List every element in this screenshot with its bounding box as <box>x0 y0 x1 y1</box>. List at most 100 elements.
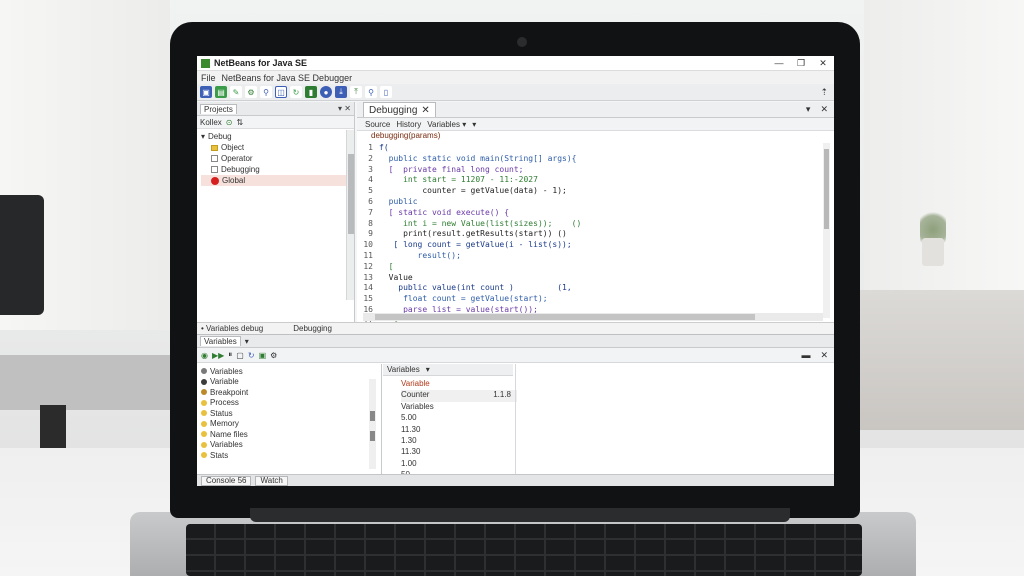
value-row[interactable]: Counter 1.1.8 <box>401 390 517 402</box>
editor-horizontal-scrollbar[interactable] <box>363 313 823 321</box>
code-line[interactable]: [ private final long count; <box>379 165 581 176</box>
debug-icon[interactable]: ● <box>320 86 332 98</box>
filter-icon[interactable]: ▣ <box>259 351 267 360</box>
variables-select[interactable]: Variables ▾ <box>427 120 466 129</box>
step-icon[interactable]: ▶▶ <box>212 351 224 360</box>
tree-item-selected[interactable]: Global <box>201 175 354 186</box>
code-line[interactable]: [ long count = getValue(i - list(s)); <box>379 240 581 251</box>
value-row[interactable]: 11.30 <box>401 425 517 436</box>
sort-icon[interactable]: ⇅ <box>237 118 244 127</box>
editor-vertical-scrollbar[interactable] <box>823 143 830 318</box>
code-line[interactable]: Value <box>379 273 581 284</box>
menu-debugger[interactable]: NetBeans for Java SE Debugger <box>222 73 353 83</box>
find-icon[interactable]: ⚲ <box>365 86 377 98</box>
code-area[interactable]: 123456789101112131415161718192021222324 … <box>357 143 827 400</box>
value-row[interactable]: 5.00 <box>401 413 517 424</box>
pane-controls[interactable]: ▾ ✕ <box>338 104 351 113</box>
scroll-thumb[interactable] <box>348 154 354 234</box>
code-line[interactable]: [ static void execute() { <box>379 208 581 219</box>
code-line[interactable]: public <box>379 197 581 208</box>
clean-build-icon[interactable]: ⚙ <box>245 86 257 98</box>
step-into-icon[interactable]: ⤓ <box>335 86 347 98</box>
file-icon[interactable]: ▯ <box>380 86 392 98</box>
run-icon[interactable]: ▮ <box>305 86 317 98</box>
value-row[interactable]: 1.30 <box>401 436 517 447</box>
toolbar-end-icon[interactable]: ⇡ <box>820 87 828 98</box>
tree-item[interactable]: Object <box>201 142 354 153</box>
variable-row[interactable]: Stats <box>201 450 379 461</box>
values-column: Variable Counter 1.1.8 Variables 5.00 11.30 1.… <box>401 379 517 482</box>
tab-watch[interactable]: Watch <box>255 475 288 486</box>
maximize-icon[interactable]: ▬ <box>801 350 810 361</box>
settings-icon[interactable]: ⚙ <box>270 351 277 360</box>
close-button[interactable]: ✕ <box>812 56 834 70</box>
variable-row[interactable]: Name files <box>201 429 379 440</box>
new-watch-icon[interactable]: ▢ <box>236 351 244 360</box>
menu-file[interactable]: File <box>201 73 216 83</box>
variables-scrollbar[interactable] <box>369 379 376 469</box>
search-icon[interactable]: ⚲ <box>260 86 272 98</box>
build-icon[interactable]: ✎ <box>230 86 242 98</box>
scroll-thumb[interactable] <box>370 431 375 441</box>
tab-projects[interactable]: Projects <box>200 103 237 114</box>
dropdown-icon[interactable]: ▾ <box>472 120 476 129</box>
code-line[interactable]: result(); <box>379 251 581 262</box>
code-line[interactable]: int start = 11207 - 11:-2027 <box>379 175 581 186</box>
variable-row[interactable]: Breakpoint <box>201 387 379 398</box>
variable-row[interactable]: Variable <box>201 377 379 388</box>
tab-debugging[interactable]: Debugging ✕ <box>363 102 436 117</box>
code-line[interactable]: print(result.getResults(start)) () <box>379 229 581 240</box>
value-row[interactable]: 11.30 <box>401 447 517 458</box>
run-icon[interactable]: ◉ <box>201 351 208 360</box>
netbeans-app-icon <box>201 58 210 68</box>
code-line[interactable]: public static void main(String[] args){ <box>379 154 581 165</box>
tab-console[interactable]: Console 56 <box>201 475 252 486</box>
minimize-button[interactable]: — <box>768 56 790 70</box>
close-panel-icon[interactable]: ✕ <box>820 350 828 361</box>
close-editor-icon[interactable]: ✕ <box>820 104 828 115</box>
expand-icon[interactable]: ▾ <box>201 131 205 142</box>
scroll-thumb[interactable] <box>370 411 375 421</box>
code-line[interactable]: float count = getValue(start); <box>379 294 581 305</box>
code-line[interactable]: [ <box>379 262 581 273</box>
code-text[interactable]: f( public static void main(String[] args… <box>379 143 581 337</box>
value-row[interactable]: 1.00 <box>401 459 517 470</box>
line-number: 3 <box>368 164 373 174</box>
filter-icon[interactable]: ⊙ <box>226 118 233 127</box>
variable-row[interactable]: Variables <box>201 366 379 377</box>
scroll-thumb[interactable] <box>375 314 755 320</box>
value-text <box>461 425 511 436</box>
code-line[interactable]: counter = getValue(data) - 1); <box>379 186 581 197</box>
step-out-icon[interactable]: ⤒ <box>350 86 362 98</box>
profile-icon[interactable]: ◫ <box>275 86 287 98</box>
pause-icon[interactable]: ⏸ <box>228 350 232 360</box>
variable-row[interactable]: Process <box>201 398 379 409</box>
column-sort-icon[interactable]: ▾ <box>426 365 430 374</box>
projects-scrollbar[interactable] <box>346 130 354 300</box>
variable-row[interactable]: Variables <box>201 440 379 451</box>
new-project-icon[interactable]: ▣ <box>200 86 212 98</box>
value-row[interactable]: Variables <box>401 402 517 413</box>
column-divider[interactable] <box>515 364 516 474</box>
dropdown-icon[interactable]: ▾ <box>806 104 811 115</box>
maximize-button[interactable]: ❐ <box>790 56 812 70</box>
scroll-thumb[interactable] <box>824 149 829 229</box>
variable-row[interactable]: Memory <box>201 419 379 430</box>
tab-close-icon[interactable]: ✕ <box>421 105 429 116</box>
code-line[interactable]: int i = new Value(list(sizes)); () <box>379 219 581 230</box>
tree-item[interactable]: Debugging <box>201 164 354 175</box>
tree-item-root[interactable]: ▾ Debug <box>201 131 354 142</box>
code-line[interactable]: public value(int count ) (1, <box>379 283 581 294</box>
tree-item[interactable]: Operator <box>201 153 354 164</box>
tab-variables[interactable]: Variables <box>200 336 241 346</box>
tab-dropdown-icon[interactable]: ▾ <box>245 337 249 346</box>
refresh-icon[interactable]: ↻ <box>248 351 255 360</box>
column-header-variables[interactable]: Variables <box>387 365 420 374</box>
refresh-icon[interactable]: ↻ <box>290 86 302 98</box>
open-project-icon[interactable]: ▤ <box>215 86 227 98</box>
history-tab[interactable]: History <box>396 120 421 129</box>
variable-row[interactable]: Status <box>201 408 379 419</box>
code-line[interactable]: f( <box>379 143 581 154</box>
source-tab[interactable]: Source <box>365 120 390 129</box>
column-divider[interactable] <box>381 364 382 474</box>
